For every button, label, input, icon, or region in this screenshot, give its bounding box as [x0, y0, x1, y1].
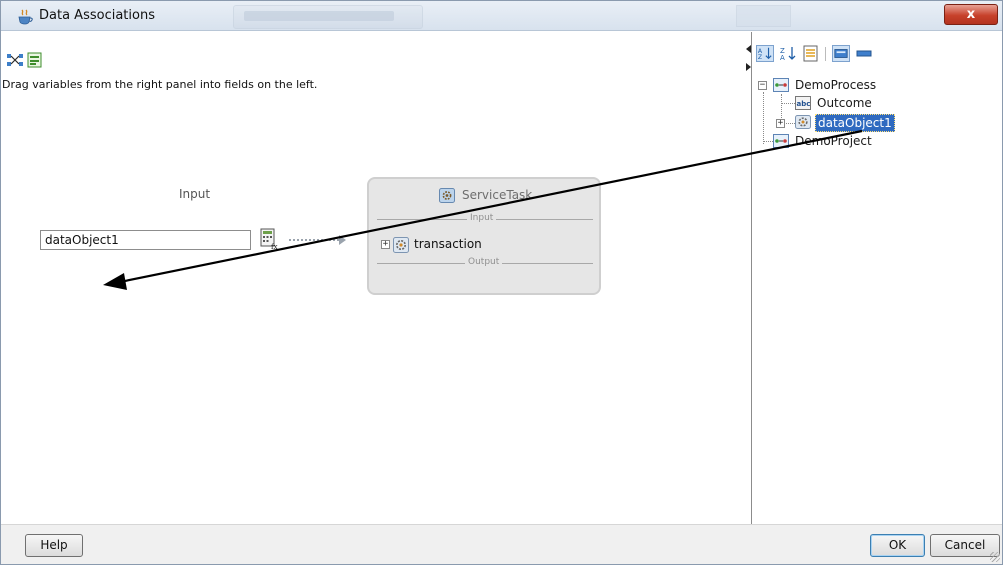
service-task-icon: [439, 188, 455, 203]
service-task-title: ServiceTask: [439, 187, 599, 205]
tree-guide-line: [763, 141, 773, 142]
string-type-icon: abc: [795, 96, 811, 110]
input-mapping-field[interactable]: dataObject1: [40, 230, 251, 250]
dataobject1-expander[interactable]: +: [776, 119, 785, 128]
svg-text:Z: Z: [758, 54, 762, 61]
tree-guide-line: [781, 103, 795, 104]
process-icon: [773, 78, 789, 92]
tree-guide-line: [763, 92, 764, 144]
collapse-right-arrow[interactable]: [746, 63, 751, 71]
mapping-connector: [289, 239, 339, 241]
coffee-cup-icon: [18, 9, 33, 25]
expression-editor-icon[interactable]: fx: [259, 228, 279, 250]
dialog-footer: Help OK Cancel: [1, 524, 1002, 564]
svg-text:fx: fx: [271, 243, 278, 250]
background-window-tab: [233, 5, 423, 29]
show-types-icon[interactable]: [832, 45, 850, 62]
list-view-icon[interactable]: [802, 45, 820, 62]
resize-grip[interactable]: [990, 552, 1000, 562]
collapse-all-icon[interactable]: [855, 45, 873, 62]
demoprocess-expander[interactable]: −: [758, 81, 767, 90]
auto-map-icon[interactable]: [6, 52, 24, 68]
expression-builder-icon[interactable]: [26, 52, 44, 68]
ok-button[interactable]: OK: [870, 534, 925, 557]
data-associations-dialog: Data Associations x Drag variables from …: [0, 0, 1003, 565]
task-output-separator: Output: [377, 257, 593, 269]
svg-text:A: A: [780, 54, 785, 62]
title-bar[interactable]: Data Associations x: [1, 1, 1002, 31]
transaction-argument[interactable]: transaction: [414, 237, 482, 251]
window-title: Data Associations: [39, 8, 155, 23]
toolbar-separator: [825, 47, 826, 61]
project-icon: [773, 134, 789, 148]
instruction-text: Drag variables from the right panel into…: [2, 78, 318, 91]
data-object-icon: [393, 237, 409, 253]
input-column-heading: Input: [179, 187, 211, 201]
background-window-block: [736, 5, 791, 27]
help-button[interactable]: Help: [25, 534, 83, 557]
service-task-box: ServiceTask Input + transaction Output: [367, 177, 601, 295]
data-object-icon: [795, 115, 811, 129]
svg-text:abc: abc: [797, 100, 811, 108]
mapping-connector-arrow: [339, 235, 346, 245]
collapse-left-arrow[interactable]: [746, 45, 751, 53]
task-input-separator: Input: [377, 213, 593, 225]
panel-divider[interactable]: [751, 32, 752, 524]
transaction-expander[interactable]: +: [381, 240, 390, 249]
variables-panel: A Z Z A − DemoProcess abc Outcome + data…: [753, 32, 1001, 524]
sort-descending-icon[interactable]: Z A: [779, 45, 797, 62]
sort-ascending-icon[interactable]: A Z: [756, 45, 774, 62]
close-button[interactable]: x: [944, 4, 998, 25]
mapping-panel: Drag variables from the right panel into…: [1, 32, 751, 524]
